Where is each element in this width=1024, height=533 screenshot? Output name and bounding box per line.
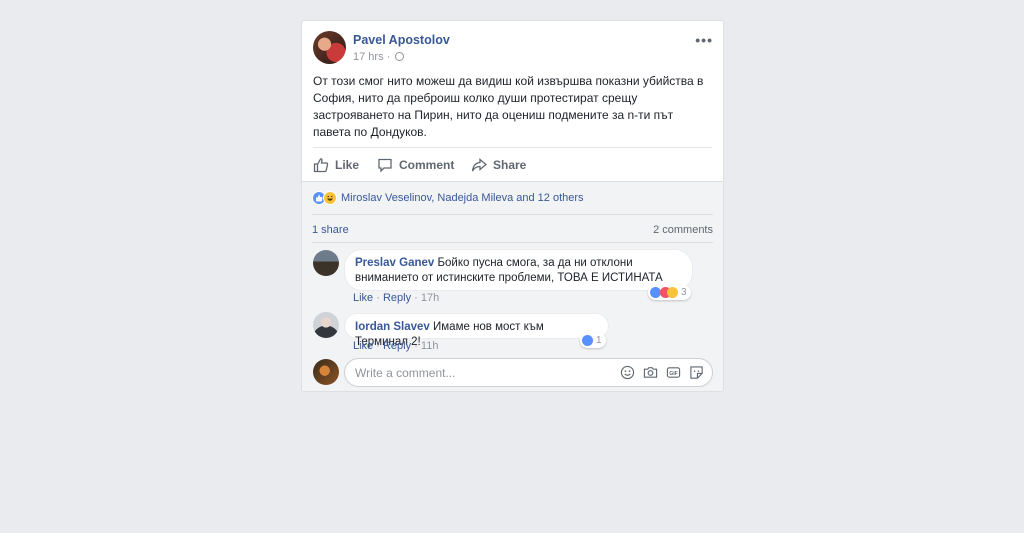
author-avatar[interactable] — [313, 31, 346, 64]
engagement-section: Miroslav Veselinov, Nadejda Mileva and 1… — [302, 181, 723, 391]
post-card: Pavel Apostolov 17 hrs · ••• От този смо… — [301, 20, 724, 392]
camera-icon[interactable] — [643, 365, 658, 380]
comment-bubble: Preslav Ganev Бойко пусна смога, за да н… — [344, 249, 693, 291]
comment-reactions[interactable]: 1 — [580, 333, 606, 348]
gif-icon[interactable]: GIF — [666, 365, 681, 380]
commenter-name[interactable]: Iordan Slavev — [355, 321, 430, 333]
globe-icon — [395, 52, 405, 61]
current-user-avatar — [313, 359, 339, 385]
like-reaction-icon — [582, 335, 593, 346]
post-actions: Like Comment Share — [313, 147, 712, 181]
commenter-avatar[interactable] — [313, 312, 339, 338]
comment-input-tools: GIF — [620, 365, 704, 380]
thumbs-up-icon — [313, 158, 329, 173]
like-label: Like — [335, 158, 360, 172]
comment-reply-link[interactable]: Reply — [383, 292, 411, 304]
share-icon — [471, 158, 487, 172]
haha-reaction-icon — [323, 191, 337, 205]
post-text: От този смог нито можеш да видиш кой изв… — [313, 74, 704, 139]
share-button[interactable]: Share — [471, 157, 526, 173]
comment-actions: Like · Reply · 11h — [353, 340, 439, 352]
share-label: Share — [493, 158, 527, 172]
comment-actions: Like · Reply · 17h — [353, 292, 440, 304]
comment-input-placeholder: Write a comment... — [355, 366, 456, 380]
author-name[interactable]: Pavel Apostolov — [353, 33, 450, 47]
commenter-avatar[interactable] — [313, 250, 339, 276]
comment-button[interactable]: Comment — [377, 157, 454, 173]
svg-text:GIF: GIF — [669, 371, 678, 377]
post-time[interactable]: 17 hrs — [353, 51, 384, 63]
comment-like-link[interactable]: Like — [353, 292, 373, 304]
sticker-icon[interactable] — [689, 365, 704, 380]
comment-icon — [378, 158, 392, 173]
commenter-name[interactable]: Preslav Ganev — [355, 257, 434, 269]
reaction-count: 1 — [596, 335, 602, 346]
emoji-icon[interactable] — [620, 365, 635, 380]
comment-like-link[interactable]: Like — [353, 340, 373, 352]
comment-label: Comment — [399, 158, 455, 172]
more-options-button[interactable]: ••• — [695, 33, 713, 47]
divider — [312, 214, 713, 215]
comment-bubble: Iordan Slavev Имаме нов мост към Термина… — [344, 313, 609, 348]
comment-input[interactable]: Write a comment... GIF — [344, 358, 713, 387]
comment-reply-link[interactable]: Reply — [383, 340, 411, 352]
comment-time[interactable]: 11h — [421, 340, 439, 352]
haha-reaction-icon — [667, 287, 678, 298]
post-meta: 17 hrs · — [353, 51, 405, 63]
shares-count[interactable]: 1 share — [312, 224, 349, 236]
like-button[interactable]: Like — [313, 157, 359, 173]
comment-reactions[interactable]: 3 — [648, 285, 691, 300]
comments-count[interactable]: 2 comments — [653, 224, 713, 236]
post-header: Pavel Apostolov 17 hrs · ••• — [313, 31, 713, 67]
comment-time[interactable]: 17h — [421, 292, 439, 304]
reaction-count: 3 — [681, 287, 687, 298]
divider — [312, 242, 713, 243]
reactions-summary[interactable]: Miroslav Veselinov, Nadejda Mileva and 1… — [312, 191, 584, 205]
reacted-by[interactable]: Miroslav Veselinov, Nadejda Mileva and 1… — [341, 192, 584, 204]
